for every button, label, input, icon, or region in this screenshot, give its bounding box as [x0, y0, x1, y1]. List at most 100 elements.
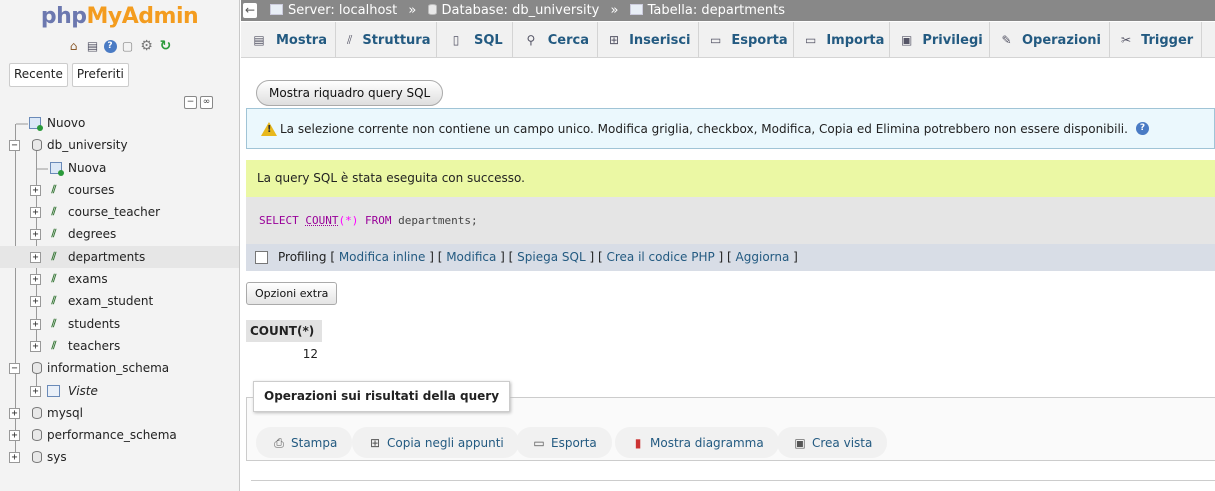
reload-icon[interactable]: ↻ [158, 38, 174, 54]
create-view-button[interactable]: ▣ Crea vista [777, 427, 888, 458]
print-button[interactable]: ⎙ Stampa [256, 427, 353, 458]
tab-sql[interactable]: ▯ SQL [437, 22, 513, 58]
link-icon[interactable]: ∞ [200, 96, 213, 109]
home-icon[interactable]: ⌂ [66, 38, 82, 54]
tab-import[interactable]: ▭ Importa [794, 22, 890, 58]
print-icon: ⎙ [274, 435, 284, 450]
tree-item-table[interactable]: + ⫽ students [0, 313, 239, 335]
breadcrumb-table[interactable]: Tabella: departments [648, 3, 785, 18]
tab-structure[interactable]: ⫽ Struttura [336, 22, 437, 58]
tree-item-table-selected[interactable]: + ⫽ departments [0, 245, 239, 269]
table-structure-icon: ⫽ [51, 338, 57, 352]
tree-item-table[interactable]: + ⫽ exams [0, 268, 239, 290]
collapse-all-icon[interactable]: − [184, 96, 197, 109]
tree-item-new[interactable]: Nuovo [0, 112, 239, 134]
tree-item-sys[interactable]: + sys [0, 446, 239, 468]
expand-icon[interactable]: + [9, 430, 20, 442]
collapse-nav-arrow-icon[interactable]: ← [243, 3, 257, 18]
collapse-icon[interactable]: − [9, 140, 20, 152]
column-header[interactable]: COUNT(*) [246, 320, 322, 343]
export-button[interactable]: ▭ Esporta [516, 427, 612, 458]
tree-item-new-table[interactable]: Nuova [0, 157, 239, 179]
tree-item-table[interactable]: + ⫽ teachers [0, 335, 239, 357]
tab-export[interactable]: ▭ Esporta [699, 22, 794, 58]
sql-query-display[interactable]: SELECT COUNT(*) FROM departments; [246, 197, 1215, 244]
help-icon[interactable]: ? [103, 39, 117, 53]
create-php-code-link[interactable]: Crea il codice PHP [606, 250, 714, 264]
expand-icon[interactable]: + [30, 296, 41, 308]
table-structure-icon: ⫽ [51, 205, 57, 219]
expand-icon[interactable]: + [30, 229, 41, 241]
profiling-label: Profiling [278, 250, 327, 264]
recent-tab[interactable]: Recente [9, 63, 68, 87]
expand-icon[interactable]: + [30, 340, 41, 352]
tree-item-label: degrees [68, 227, 117, 242]
table-structure-icon: ⫽ [51, 227, 57, 241]
result-cell[interactable]: 12 [246, 343, 322, 365]
favorites-tab[interactable]: Preferiti [71, 63, 129, 87]
insert-icon: ⊞ [609, 33, 620, 47]
copy-to-clipboard-button[interactable]: ⊞ Copia negli appunti [352, 427, 519, 458]
table-structure-icon: ⫽ [51, 272, 57, 286]
nav-tabs: Recente Preferiti [0, 63, 239, 87]
profiling-checkbox[interactable] [255, 251, 268, 264]
tree-item-db-university[interactable]: − db_university [0, 134, 239, 156]
breadcrumb-server[interactable]: Server: localhost [288, 3, 397, 18]
edit-inline-link[interactable]: Modifica inline [339, 250, 426, 264]
breadcrumb-database[interactable]: Database: db_university [442, 3, 600, 18]
tree-tools: − ∞ [0, 96, 239, 110]
tree-item-label: Nuovo [47, 116, 86, 130]
button-label: Crea vista [812, 435, 873, 450]
expand-icon[interactable]: + [9, 452, 20, 464]
sql-icon: ▯ [452, 33, 460, 47]
tab-browse[interactable]: ▤ Mostra [241, 22, 336, 58]
tab-trigger[interactable]: ✂ Trigger [1110, 22, 1202, 58]
expand-icon[interactable]: + [30, 207, 41, 219]
refresh-link[interactable]: Aggiorna [736, 250, 790, 264]
operations-icon: ✎ [1001, 33, 1012, 47]
expand-icon[interactable]: + [30, 318, 41, 330]
tab-privileges[interactable]: ▣ Privilegi [890, 22, 990, 58]
expand-icon[interactable]: + [30, 184, 41, 196]
tree-item-table[interactable]: + ⫽ courses [0, 179, 239, 201]
tree-item-label: courses [68, 182, 115, 197]
expand-icon[interactable]: + [9, 407, 20, 419]
show-query-box-button[interactable]: Mostra riquadro query SQL [256, 80, 444, 106]
explain-sql-link[interactable]: Spiega SQL [517, 250, 585, 264]
tree-item-views[interactable]: + Viste [0, 380, 239, 402]
database-icon [32, 451, 42, 464]
nav-icon-bar: ⌂ ▤ ? ▢ ⚙ ↻ [0, 34, 239, 58]
tree-item-information-schema[interactable]: − information_schema [0, 357, 239, 379]
table-structure-icon: ⫽ [51, 249, 57, 263]
tree-item-performance-schema[interactable]: + performance_schema [0, 424, 239, 446]
create-view-icon: ▣ [794, 435, 806, 450]
tab-operations[interactable]: ✎ Operazioni [990, 22, 1110, 58]
notice-message: La selezione corrente non contiene un ca… [246, 108, 1215, 149]
expand-icon[interactable]: + [30, 385, 41, 397]
collapse-icon[interactable]: − [9, 363, 20, 375]
database-icon [32, 362, 42, 375]
help-icon[interactable]: ? [1135, 122, 1149, 135]
phpmyadmin-logo[interactable]: phpMyAdmin [0, 0, 239, 34]
clipboard-icon: ⊞ [369, 435, 381, 450]
tree-item-table[interactable]: + ⫽ course_teacher [0, 201, 239, 223]
edit-link[interactable]: Modifica [446, 250, 496, 264]
tab-label: Esporta [731, 32, 788, 48]
tree-item-label: teachers [68, 338, 121, 353]
show-chart-button[interactable]: ▮ Mostra diagramma [615, 427, 779, 458]
database-icon [32, 139, 42, 152]
warning-icon [261, 121, 277, 136]
settings-icon[interactable]: ⚙ [139, 38, 155, 54]
tree-item-label: sys [47, 450, 67, 465]
extra-options-button[interactable]: Opzioni extra [246, 282, 338, 305]
expand-icon[interactable]: + [30, 274, 41, 286]
tree-item-mysql[interactable]: + mysql [0, 402, 239, 424]
exit-icon[interactable]: ▤ [85, 38, 101, 54]
tree-item-table[interactable]: + ⫽ degrees [0, 223, 239, 245]
tab-search[interactable]: ⚲ Cerca [513, 22, 598, 58]
docs-icon[interactable]: ▢ [120, 38, 136, 54]
tree-item-table[interactable]: + ⫽ exam_student [0, 290, 239, 312]
expand-icon[interactable]: + [30, 251, 41, 263]
table-structure-icon: ⫽ [51, 316, 57, 330]
tab-insert[interactable]: ⊞ Inserisci [598, 22, 699, 58]
